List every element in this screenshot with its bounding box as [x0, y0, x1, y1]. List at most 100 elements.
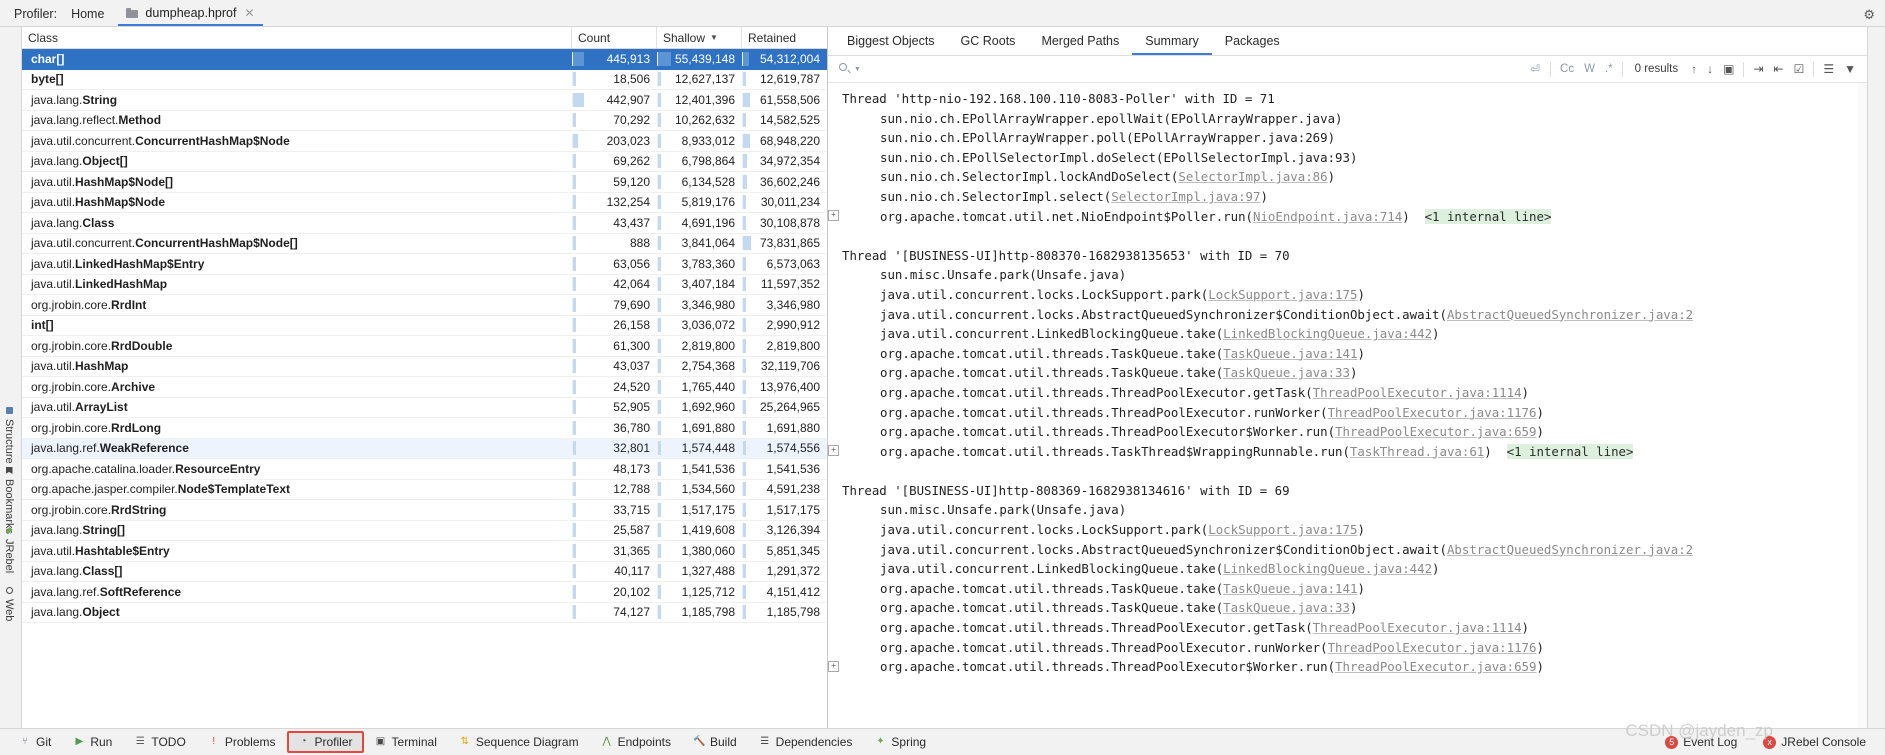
- sidebar-item-jrebel[interactable]: JRebel: [3, 527, 15, 573]
- expand-frame-icon[interactable]: +: [828, 445, 839, 457]
- stack-frame-line[interactable]: org.apache.tomcat.util.threads.ThreadPoo…: [828, 403, 1867, 423]
- tab-summary[interactable]: Summary: [1132, 28, 1212, 55]
- tab-biggest-objects[interactable]: Biggest Objects: [834, 28, 948, 55]
- column-header-retained[interactable]: Retained: [742, 27, 827, 48]
- table-row[interactable]: char[] 445,913 55,439,148 54,312,004: [22, 49, 827, 70]
- source-link[interactable]: SelectorImpl.java:97: [1111, 189, 1260, 204]
- table-row[interactable]: java.util.HashMap$Node[] 59,120 6,134,528 3…: [22, 172, 827, 193]
- source-link[interactable]: ThreadPoolExecutor.java:659: [1335, 424, 1536, 439]
- search-field[interactable]: ▼ ⏎: [834, 58, 1546, 80]
- stack-frame-line[interactable]: sun.nio.ch.EPollArrayWrapper.epollWait(E…: [828, 109, 1867, 129]
- tab-packages[interactable]: Packages: [1212, 28, 1293, 55]
- table-row[interactable]: java.util.LinkedHashMap 42,064 3,407,184 11…: [22, 275, 827, 295]
- table-row[interactable]: org.apache.catalina.loader.ResourceEntry…: [22, 459, 827, 480]
- stack-frame-line[interactable]: org.apache.tomcat.util.threads.TaskQueue…: [828, 598, 1867, 618]
- column-header-class[interactable]: Class: [22, 27, 572, 48]
- table-row[interactable]: java.lang.String[] 25,587 1,419,608 3,126,3…: [22, 521, 827, 541]
- stack-frame-line[interactable]: java.util.concurrent.LinkedBlockingQueue…: [828, 324, 1867, 344]
- table-row[interactable]: java.util.ArrayList 52,905 1,692,960 25,264…: [22, 398, 827, 418]
- table-row[interactable]: java.lang.Object[] 69,262 6,798,864 34,972,…: [22, 152, 827, 172]
- table-row[interactable]: byte[] 18,506 12,627,137 12,619,787: [22, 70, 827, 90]
- bottom-bar-event-log[interactable]: 5 Event Log: [1654, 731, 1748, 753]
- source-link[interactable]: TaskQueue.java:33: [1223, 365, 1350, 380]
- bottom-bar-spring[interactable]: ✦ Spring: [863, 731, 937, 753]
- column-header-count[interactable]: Count: [572, 27, 657, 48]
- source-link[interactable]: TaskQueue.java:33: [1223, 600, 1350, 615]
- table-row[interactable]: org.jrobin.core.RrdDouble 61,300 2,819,800…: [22, 336, 827, 357]
- expand-frame-icon[interactable]: +: [828, 210, 839, 222]
- bottom-bar-todo[interactable]: ☰ TODO: [123, 731, 196, 753]
- table-row[interactable]: org.jrobin.core.RrdLong 36,780 1,691,880 1,…: [22, 418, 827, 439]
- source-link[interactable]: TaskQueue.java:141: [1223, 581, 1357, 596]
- source-link[interactable]: AbstractQueuedSynchronizer.java:2: [1447, 307, 1693, 322]
- table-row[interactable]: java.lang.ref.WeakReference 32,801 1,574,4…: [22, 438, 827, 459]
- filter-icon[interactable]: ▼: [1839, 62, 1861, 76]
- stack-frame-line[interactable]: org.apache.tomcat.util.threads.TaskQueue…: [828, 579, 1867, 599]
- source-link[interactable]: NioEndpoint.java:714: [1253, 209, 1402, 224]
- stack-frame-line[interactable]: sun.nio.ch.SelectorImpl.select(SelectorI…: [828, 187, 1867, 207]
- source-link[interactable]: ThreadPoolExecutor.java:1176: [1328, 405, 1537, 420]
- table-row[interactable]: java.lang.Class[] 40,117 1,327,488 1,291,37…: [22, 562, 827, 582]
- stack-frame-line[interactable]: org.apache.tomcat.util.threads.ThreadPoo…: [828, 638, 1867, 658]
- source-link[interactable]: TaskThread.java:61: [1350, 444, 1484, 459]
- table-row[interactable]: org.jrobin.core.RrdString 33,715 1,517,175…: [22, 500, 827, 521]
- stack-frame-line[interactable]: java.util.concurrent.locks.AbstractQueue…: [828, 305, 1867, 325]
- table-body[interactable]: char[] 445,913 55,439,148 54,312,004 byte[] 1…: [22, 49, 827, 728]
- sidebar-item-web[interactable]: Web: [3, 587, 15, 621]
- stack-frame-line[interactable]: java.util.concurrent.locks.AbstractQueue…: [828, 540, 1867, 560]
- arrow-up-icon[interactable]: ↑: [1686, 62, 1702, 76]
- table-row[interactable]: org.jrobin.core.Archive 24,520 1,765,440 13…: [22, 377, 827, 398]
- sidebar-item-structure[interactable]: Structure: [3, 407, 15, 464]
- source-link[interactable]: LinkedBlockingQueue.java:442: [1223, 326, 1432, 341]
- regex-toggle[interactable]: .*: [1600, 63, 1618, 75]
- table-row[interactable]: java.util.LinkedHashMap$Entry 63,056 3,783…: [22, 254, 827, 275]
- gear-icon[interactable]: ⚙: [1863, 7, 1875, 23]
- thread-stack-view[interactable]: Thread 'http-nio-192.168.100.110-8083-Po…: [828, 83, 1867, 728]
- collapse-icon[interactable]: ⇤: [1769, 62, 1789, 76]
- source-link[interactable]: ThreadPoolExecutor.java:1176: [1328, 640, 1537, 655]
- table-row[interactable]: java.lang.ref.SoftReference 20,102 1,125,7…: [22, 582, 827, 603]
- chevron-down-icon[interactable]: ▼: [854, 66, 861, 73]
- table-row[interactable]: java.util.concurrent.ConcurrentHashMap$N…: [22, 131, 827, 152]
- checkbox-icon[interactable]: ☑: [1789, 62, 1810, 76]
- stack-frame-line[interactable]: sun.nio.ch.SelectorImpl.lockAndDoSelect(…: [828, 167, 1867, 187]
- source-link[interactable]: SelectorImpl.java:86: [1178, 169, 1327, 184]
- stack-frame-line[interactable]: sun.misc.Unsafe.park(Unsafe.java): [828, 500, 1867, 520]
- stack-frame-line[interactable]: sun.misc.Unsafe.park(Unsafe.java): [828, 265, 1867, 285]
- tab-gc-roots[interactable]: GC Roots: [948, 28, 1029, 55]
- close-icon[interactable]: ✕: [244, 6, 254, 20]
- bottom-bar-terminal[interactable]: ▣ Terminal: [364, 731, 448, 753]
- tab-dumpheap-hprof[interactable]: dumpheap.hprof ✕: [118, 4, 263, 26]
- stack-frame-line[interactable]: sun.nio.ch.EPollSelectorImpl.doSelect(EP…: [828, 148, 1867, 168]
- match-case-toggle[interactable]: Cc: [1555, 63, 1579, 75]
- expand-icon[interactable]: ⇥: [1748, 62, 1768, 76]
- bottom-bar-jrebel-console[interactable]: x JRebel Console: [1752, 731, 1877, 753]
- table-row[interactable]: org.apache.jasper.compiler.Node$Template…: [22, 480, 827, 500]
- bottom-bar-dependencies[interactable]: ☰ Dependencies: [748, 731, 864, 753]
- search-history-icon[interactable]: ⏎: [1525, 62, 1545, 76]
- bottom-bar-run[interactable]: ▶ Run: [62, 731, 123, 753]
- stack-frame-line[interactable]: + org.apache.tomcat.util.net.NioEndpoint$…: [828, 207, 1867, 227]
- tab-home[interactable]: Home: [67, 7, 118, 26]
- table-row[interactable]: java.util.concurrent.ConcurrentHashMap$N…: [22, 234, 827, 254]
- stack-frame-line[interactable]: org.apache.tomcat.util.threads.TaskQueue…: [828, 363, 1867, 383]
- table-row[interactable]: java.lang.String 442,907 12,401,396 61,558,…: [22, 90, 827, 111]
- stack-frame-line[interactable]: org.apache.tomcat.util.threads.TaskQueue…: [828, 344, 1867, 364]
- tab-merged-paths[interactable]: Merged Paths: [1028, 28, 1132, 55]
- stack-frame-line[interactable]: java.util.concurrent.locks.LockSupport.p…: [828, 285, 1867, 305]
- stack-frame-line[interactable]: org.apache.tomcat.util.threads.ThreadPoo…: [828, 618, 1867, 638]
- table-row[interactable]: java.util.Hashtable$Entry 31,365 1,380,060…: [22, 541, 827, 562]
- stack-frame-line[interactable]: + org.apache.tomcat.util.threads.ThreadPo…: [828, 657, 1867, 677]
- column-header-shallow[interactable]: Shallow ▼: [657, 27, 742, 48]
- source-link[interactable]: TaskQueue.java:141: [1223, 346, 1357, 361]
- table-row[interactable]: java.lang.Object 74,127 1,185,798 1,185,798: [22, 603, 827, 623]
- source-link[interactable]: LockSupport.java:175: [1208, 522, 1357, 537]
- table-row[interactable]: java.lang.reflect.Method 70,292 10,262,632…: [22, 111, 827, 131]
- stack-frame-line[interactable]: + org.apache.tomcat.util.threads.TaskThre…: [828, 442, 1867, 462]
- arrow-down-icon[interactable]: ↓: [1702, 62, 1718, 76]
- bottom-bar-problems[interactable]: ! Problems: [197, 731, 287, 753]
- bottom-bar-sequence-diagram[interactable]: ⇅ Sequence Diagram: [448, 731, 590, 753]
- sidebar-item-bookmarks[interactable]: Bookmarks: [3, 467, 15, 534]
- stack-frame-line[interactable]: java.util.concurrent.locks.LockSupport.p…: [828, 520, 1867, 540]
- table-row[interactable]: int[] 26,158 3,036,072 2,990,912: [22, 316, 827, 336]
